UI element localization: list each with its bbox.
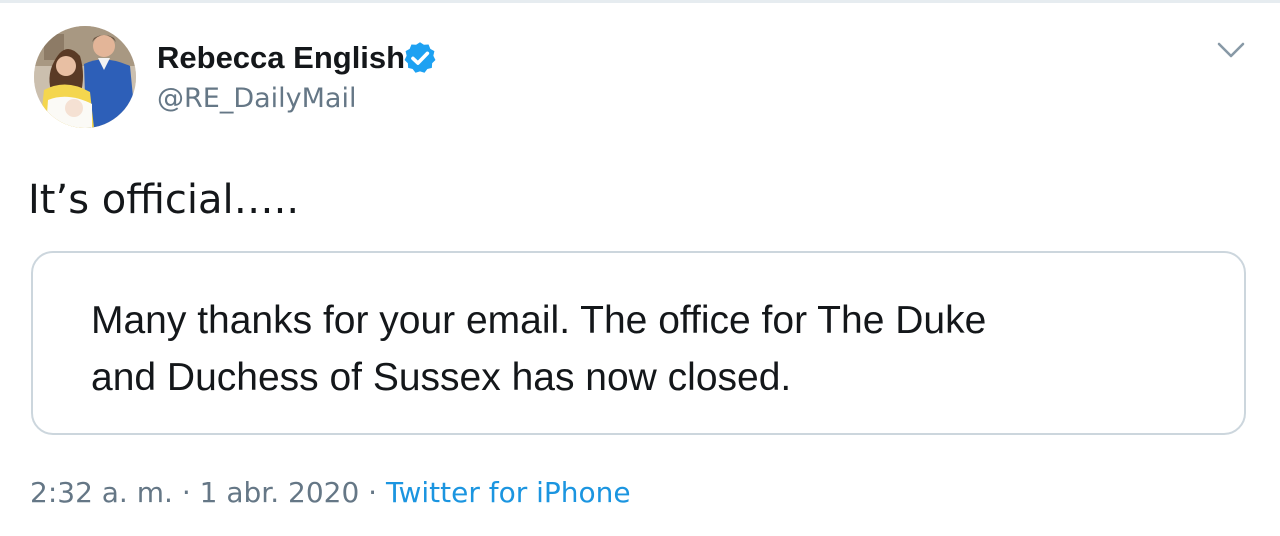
avatar-photo	[34, 26, 136, 128]
tweet-date[interactable]: 1 abr. 2020	[200, 476, 360, 509]
quoted-image-card[interactable]: Many thanks for your email. The office f…	[31, 251, 1246, 435]
author-handle[interactable]: @RE_DailyMail	[157, 80, 356, 118]
tweet-time[interactable]: 2:32 a. m.	[30, 476, 173, 509]
tweet-source-link[interactable]: Twitter for iPhone	[386, 476, 631, 509]
quote-text-line: Many thanks for your email. The office f…	[91, 299, 987, 342]
verified-badge-icon	[404, 42, 436, 73]
quote-text-line: and Duchess of Sussex has now closed.	[91, 356, 792, 399]
avatar[interactable]	[34, 26, 136, 128]
tweet: Rebecca English @RE_DailyMail It’s offic…	[0, 0, 1280, 536]
author-name[interactable]: Rebecca English	[157, 38, 405, 78]
tweet-metadata: 2:32 a. m. · 1 abr. 2020 · Twitter for i…	[30, 473, 631, 513]
meta-separator: ·	[172, 476, 200, 509]
tweet-text: It’s official…..	[28, 177, 300, 223]
chevron-down-icon[interactable]	[1214, 38, 1248, 64]
meta-separator: ·	[359, 476, 386, 509]
